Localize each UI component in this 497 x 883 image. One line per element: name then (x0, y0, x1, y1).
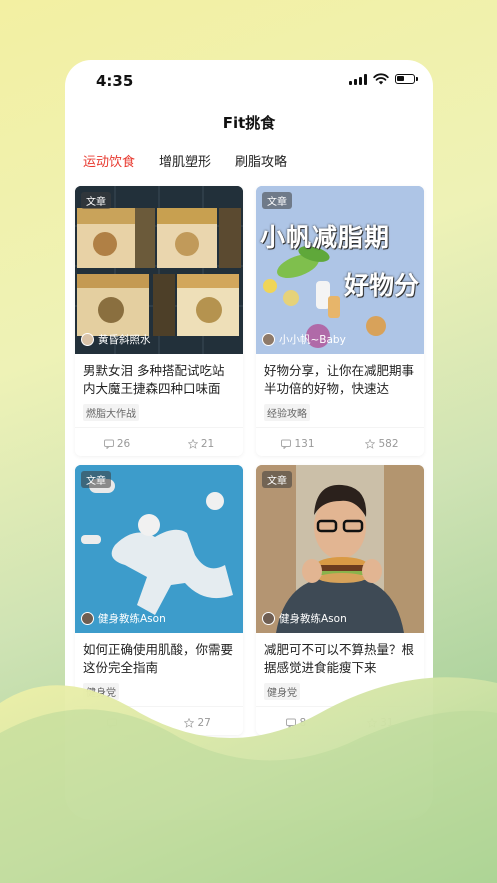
avatar (262, 612, 275, 625)
status-time: 4:35 (96, 72, 134, 90)
article-stats: 27 (75, 706, 243, 735)
bread-packages-image (75, 186, 243, 354)
wifi-icon (373, 73, 389, 85)
article-type-badge: 文章 (81, 471, 111, 488)
tab-fat-burning[interactable]: 刷脂攻略 (235, 151, 287, 170)
like-count[interactable]: 31 (367, 717, 394, 729)
article-card[interactable]: 文章 健身教练Ason 如何正确使用肌酸，你需要这份完全指南 健身党 27 (75, 465, 243, 735)
comment-count[interactable]: 8 (286, 717, 306, 729)
article-tag[interactable]: 健身党 (264, 683, 300, 700)
author-name: 健身教练Ason (98, 613, 166, 625)
category-tabs: 运动饮食 增肌塑形 刷脂攻略 (83, 151, 311, 170)
star-icon (184, 718, 195, 728)
star-icon (367, 718, 378, 728)
tab-sport-diet[interactable]: 运动饮食 (83, 151, 135, 170)
article-stats: 26 21 (75, 427, 243, 456)
image-caption: 小帆减脂期 (260, 223, 391, 252)
status-icons (349, 73, 418, 85)
comment-icon (286, 718, 297, 728)
avatar (81, 612, 94, 625)
comment-icon (107, 718, 118, 728)
author-name: 健身教练Ason (279, 613, 347, 625)
article-title: 如何正确使用肌酸，你需要这份完全指南 (83, 642, 234, 675)
author-info: 健身教练Ason (262, 611, 347, 626)
article-title: 好物分享，让你在减肥期事半功倍的好物，快速达 (264, 363, 415, 396)
article-image: 文章 黄昏斜照水 (75, 186, 243, 354)
avatar (262, 333, 275, 346)
avatar (81, 333, 94, 346)
signal-icon (349, 73, 367, 85)
article-type-badge: 文章 (262, 192, 292, 209)
status-bar: 4:35 (65, 60, 433, 102)
image-caption: 好物分 (344, 271, 420, 300)
article-tag[interactable]: 健身党 (83, 683, 119, 700)
comment-icon (103, 439, 114, 449)
like-count[interactable]: 582 (365, 438, 399, 450)
page-title: Fit挑食 (222, 114, 276, 132)
article-card[interactable]: 文章 黄昏斜照水 男默女泪 多种搭配试吃站内大魔王捷森四种口味面 燃脂大作战 2… (75, 186, 243, 456)
article-type-badge: 文章 (81, 192, 111, 209)
comment-count[interactable]: 131 (281, 438, 315, 450)
comment-count[interactable]: 26 (103, 438, 130, 450)
article-image: 文章 健身教练Ason (75, 465, 243, 633)
author-info: 健身教练Ason (81, 611, 166, 626)
article-type-badge: 文章 (262, 471, 292, 488)
article-image: 文章 健身教练Ason (256, 465, 424, 633)
like-count[interactable]: 27 (184, 717, 211, 729)
man-eating-burger-image (256, 465, 424, 633)
tab-muscle-building[interactable]: 增肌塑形 (159, 151, 211, 170)
article-stats: 131 582 (256, 427, 424, 456)
star-icon (187, 439, 198, 449)
author-info: 小小帆~Baby (262, 332, 346, 347)
phone-screen: 4:35 Fit挑食 运动饮食 增肌塑形 刷脂攻略 文章 黄昏斜照水 男默女泪 … (65, 60, 433, 820)
paper-figure-image (75, 465, 243, 633)
comment-icon (281, 439, 292, 449)
like-count[interactable]: 21 (187, 438, 214, 450)
author-info: 黄昏斜照水 (81, 332, 151, 347)
battery-icon (395, 74, 418, 84)
article-image: 小帆减脂期 好物分 文章 小小帆~Baby (256, 186, 424, 354)
comment-count[interactable] (107, 717, 120, 729)
article-card[interactable]: 小帆减脂期 好物分 文章 小小帆~Baby 好物分享，让你在减肥期事半功倍的好物… (256, 186, 424, 456)
author-name: 小小帆~Baby (279, 334, 346, 346)
article-tag[interactable]: 燃脂大作战 (83, 404, 139, 421)
article-card[interactable]: 文章 健身教练Ason 减肥可不可以不算热量？根据感觉进食能瘦下来 健身党 8 … (256, 465, 424, 735)
article-stats: 8 31 (256, 706, 424, 735)
star-icon (365, 439, 376, 449)
author-name: 黄昏斜照水 (98, 334, 151, 346)
article-tag[interactable]: 经验攻略 (264, 404, 310, 421)
article-title: 减肥可不可以不算热量？根据感觉进食能瘦下来 (264, 642, 415, 675)
article-title: 男默女泪 多种搭配试吃站内大魔王捷森四种口味面 (83, 363, 225, 396)
